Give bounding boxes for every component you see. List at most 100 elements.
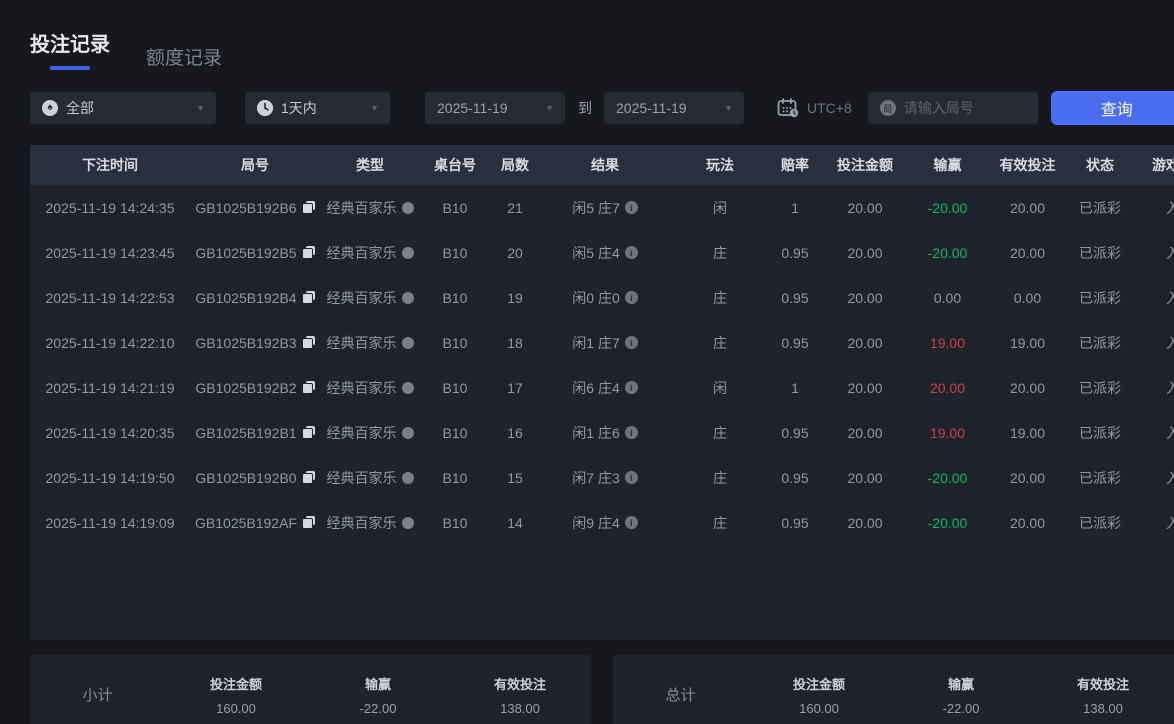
- result-text: 闲1 庄7: [572, 334, 620, 351]
- info-icon[interactable]: i: [624, 426, 638, 439]
- cell-bet-amount: 20.00: [847, 469, 883, 486]
- record-tabs: 投注记录 额度记录: [30, 28, 222, 70]
- end-date-picker[interactable]: 2025-11-19 ▼: [604, 92, 744, 124]
- cell-result: 闲0 庄0 i: [540, 288, 670, 308]
- cell-odds: 1: [791, 379, 799, 396]
- copy-icon[interactable]: [301, 336, 315, 349]
- col-header-bet-time: 下注时间: [82, 157, 138, 173]
- info-icon[interactable]: i: [624, 381, 638, 394]
- info-icon[interactable]: i: [624, 471, 638, 484]
- round-id-text: GB1025B192B0: [195, 469, 297, 486]
- game-type-value: 全部: [66, 100, 94, 116]
- cell-table-no: B10: [442, 379, 468, 396]
- result-text: 闲1 庄6: [572, 424, 620, 441]
- chevron-down-icon: ▼: [370, 103, 379, 113]
- info-icon[interactable]: i: [624, 291, 638, 304]
- cell-odds: 0.95: [781, 514, 809, 531]
- info-icon[interactable]: i: [624, 516, 638, 529]
- round-id-input[interactable]: 局 请输入局号: [867, 92, 1038, 124]
- cell-valid-bet: 20.00: [1009, 244, 1046, 261]
- cell-game-mode: 入座: [1166, 289, 1174, 306]
- info-icon[interactable]: i: [624, 336, 638, 349]
- game-type-text: 经典百家乐: [326, 334, 397, 351]
- cell-result: 闲5 庄4 i: [540, 243, 670, 263]
- cell-result: 闲1 庄7 i: [540, 333, 670, 353]
- col-header-round-no: 局数: [501, 157, 529, 173]
- copy-icon[interactable]: [301, 291, 315, 304]
- info-icon[interactable]: i: [624, 201, 638, 214]
- cell-status: 已派彩: [1079, 469, 1121, 486]
- cell-round-id: GB1025B192AF: [190, 515, 320, 531]
- round-id-text: GB1025B192B2: [195, 379, 297, 396]
- game-type-text: 经典百家乐: [326, 379, 397, 396]
- cell-round-no: 19: [507, 289, 523, 306]
- cell-table-no: B10: [442, 244, 468, 261]
- chevron-down-icon: ▼: [724, 103, 733, 113]
- copy-icon[interactable]: [301, 381, 315, 394]
- cell-round-no: 16: [507, 424, 523, 441]
- cell-round-id: GB1025B192B2: [190, 380, 320, 396]
- game-type-text: 经典百家乐: [326, 514, 397, 531]
- game-type-select[interactable]: ♠ 全部 ▼: [30, 92, 216, 124]
- game-type-icon: [401, 336, 414, 349]
- cell-bet-time: 2025-11-19 14:23:45: [45, 244, 175, 261]
- cell-valid-bet: 20.00: [1009, 514, 1046, 531]
- table-row: 2025-11-19 14:22:10 GB1025B192B3 经典百家乐 B…: [30, 320, 1174, 365]
- result-text: 闲5 庄7: [572, 199, 620, 216]
- cell-play: 庄: [713, 469, 727, 486]
- cell-result: 闲5 庄7 i: [540, 198, 670, 218]
- cell-bet-time: 2025-11-19 14:21:19: [45, 379, 175, 396]
- result-text: 闲7 庄3: [572, 469, 620, 486]
- cell-type: 经典百家乐: [320, 423, 420, 443]
- cell-type: 经典百家乐: [320, 198, 420, 218]
- result-text: 闲0 庄0: [572, 289, 620, 306]
- clock-icon: [257, 100, 273, 116]
- start-date-picker[interactable]: 2025-11-19 ▼: [425, 92, 565, 124]
- cell-bet-amount: 20.00: [847, 514, 883, 531]
- copy-icon[interactable]: [301, 471, 315, 484]
- time-range-select[interactable]: 1天内 ▼: [245, 92, 390, 124]
- cell-round-id: GB1025B192B0: [190, 470, 320, 486]
- info-icon[interactable]: i: [624, 246, 638, 259]
- cell-result: 闲7 庄3 i: [540, 468, 670, 488]
- tab-quota-records[interactable]: 额度记录: [146, 43, 222, 70]
- cell-status: 已派彩: [1079, 289, 1121, 306]
- copy-icon[interactable]: [301, 516, 315, 529]
- cell-round-id: GB1025B192B5: [190, 245, 320, 261]
- time-range-value: 1天内: [281, 100, 317, 116]
- betting-records-table: 下注时间 局号 类型 桌台号 局数 结果 玩法 赔率 投注金额 输赢 有效投注 …: [30, 145, 1174, 640]
- cell-odds: 0.95: [781, 289, 809, 306]
- cell-valid-bet: 0.00: [1013, 289, 1042, 306]
- cell-round-no: 21: [507, 199, 523, 216]
- copy-icon[interactable]: [301, 201, 315, 214]
- cell-win-loss: -20.00: [927, 244, 968, 261]
- copy-icon[interactable]: [301, 426, 315, 439]
- copy-icon[interactable]: [301, 246, 315, 259]
- cell-round-id: GB1025B192B1: [190, 425, 320, 441]
- cell-game-mode: 入座: [1166, 244, 1174, 261]
- cell-bet-amount: 20.00: [847, 424, 883, 441]
- query-button[interactable]: 查询: [1050, 91, 1174, 125]
- col-header-bet-amount: 投注金额: [837, 157, 893, 173]
- cell-bet-time: 2025-11-19 14:20:35: [45, 424, 175, 441]
- round-id-text: GB1025B192B6: [195, 199, 297, 216]
- cell-bet-amount: 20.00: [847, 244, 883, 261]
- cell-table-no: B10: [442, 289, 468, 306]
- cell-win-loss: 19.00: [929, 334, 966, 351]
- filter-bar: ♠ 全部 ▼ 1天内 ▼ 2025-11-19 ▼ 到 2025-11-19 ▼: [30, 91, 1174, 125]
- tab-betting-records[interactable]: 投注记录: [30, 28, 110, 70]
- table-row: 2025-11-19 14:20:35 GB1025B192B1 经典百家乐 B…: [30, 410, 1174, 455]
- cell-table-no: B10: [442, 334, 468, 351]
- cell-round-id: GB1025B192B3: [190, 335, 320, 351]
- timezone-display: UTC+8: [777, 98, 852, 118]
- cell-win-loss: 19.00: [929, 424, 966, 441]
- end-date-value: 2025-11-19: [616, 100, 687, 116]
- cell-type: 经典百家乐: [320, 288, 420, 308]
- cell-status: 已派彩: [1079, 244, 1121, 261]
- cell-bet-amount: 20.00: [847, 334, 883, 351]
- total-win-loss: 输赢 -22.00: [942, 677, 980, 716]
- table-row: 2025-11-19 14:19:50 GB1025B192B0 经典百家乐 B…: [30, 455, 1174, 500]
- calendar-clock-icon: [777, 98, 799, 118]
- cell-round-no: 14: [507, 514, 523, 531]
- subtotal-panel: 小计 投注金额 160.00 输赢 -22.00 有效投注 138.00: [30, 655, 591, 724]
